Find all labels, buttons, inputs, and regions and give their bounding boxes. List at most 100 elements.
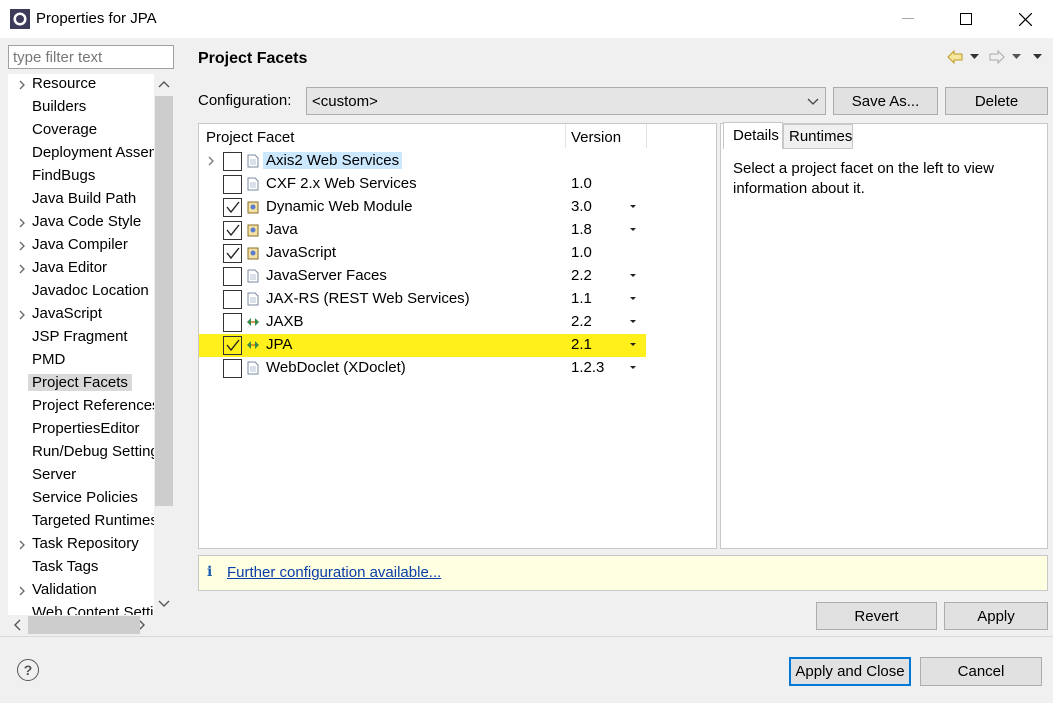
footer-divider: [0, 636, 1053, 637]
facet-checkbox[interactable]: [223, 221, 242, 240]
facet-row[interactable]: JAX-RS (REST Web Services) 1.1: [199, 288, 716, 311]
sidebar-item[interactable]: JSP Fragment: [8, 327, 154, 350]
version-dropdown-icon[interactable]: [629, 273, 637, 279]
sidebar-item[interactable]: Task Tags: [8, 557, 154, 580]
version-dropdown-icon[interactable]: [629, 342, 637, 348]
sidebar-item[interactable]: Project References: [8, 396, 154, 419]
facet-checkbox[interactable]: [223, 267, 242, 286]
sidebar-item[interactable]: Java Editor: [8, 258, 154, 281]
scroll-up-icon[interactable]: [158, 80, 170, 88]
sidebar-item[interactable]: Task Repository: [8, 534, 154, 557]
scroll-down-icon[interactable]: [158, 600, 170, 608]
sidebar-item[interactable]: Deployment Assembly: [8, 143, 154, 166]
view-menu-icon[interactable]: [1033, 54, 1042, 60]
sidebar-item[interactable]: Coverage: [8, 120, 154, 143]
facet-row[interactable]: JavaServer Faces 2.2: [199, 265, 716, 288]
version-dropdown-icon[interactable]: [629, 227, 637, 233]
version-dropdown-icon[interactable]: [629, 204, 637, 210]
version-dropdown-icon[interactable]: [629, 296, 637, 302]
expand-chevron-icon[interactable]: [16, 239, 28, 253]
back-menu-chevron-icon[interactable]: [970, 54, 979, 60]
facet-version[interactable]: 2.1: [571, 336, 592, 353]
facet-version[interactable]: 2.2: [571, 267, 592, 284]
sidebar-item[interactable]: Resource: [8, 74, 154, 97]
maximize-button[interactable]: [943, 0, 989, 38]
forward-arrow-icon[interactable]: [989, 50, 1005, 64]
sidebar-item[interactable]: Targeted Runtimes: [8, 511, 154, 534]
facet-table[interactable]: Project Facet Version Axis2 Web Services…: [198, 123, 717, 549]
sidebar-item[interactable]: Java Compiler: [8, 235, 154, 258]
tab-runtimes[interactable]: Runtimes: [783, 124, 853, 149]
forward-menu-chevron-icon[interactable]: [1012, 54, 1021, 60]
configuration-select[interactable]: <custom>: [306, 87, 826, 115]
sidebar-item[interactable]: Javadoc Location: [8, 281, 154, 304]
sidebar-item[interactable]: Server: [8, 465, 154, 488]
facet-checkbox[interactable]: [223, 198, 242, 217]
expand-chevron-icon[interactable]: [16, 216, 28, 230]
facet-checkbox[interactable]: [223, 152, 242, 171]
filter-input[interactable]: [8, 45, 174, 69]
facet-checkbox[interactable]: [223, 175, 242, 194]
sidebar-item[interactable]: FindBugs: [8, 166, 154, 189]
version-dropdown-icon[interactable]: [629, 365, 637, 371]
expand-chevron-icon[interactable]: [16, 78, 28, 92]
facet-row[interactable]: Axis2 Web Services: [199, 150, 716, 173]
sidebar-item[interactable]: Java Code Style: [8, 212, 154, 235]
facet-version[interactable]: 1.2.3: [571, 359, 604, 376]
apply-button[interactable]: Apply: [944, 602, 1048, 630]
facet-row[interactable]: JPA 2.1: [199, 334, 646, 357]
sidebar-item[interactable]: Project Facets: [8, 373, 154, 396]
preference-tree[interactable]: Resource Builders Coverage Deployment Assem…: [8, 74, 154, 615]
facet-name: Dynamic Web Module: [266, 198, 413, 215]
facet-version[interactable]: 3.0: [571, 198, 592, 215]
facet-version[interactable]: 2.2: [571, 313, 592, 330]
apply-and-close-button[interactable]: Apply and Close: [789, 657, 911, 686]
facet-row[interactable]: Java 1.8: [199, 219, 716, 242]
facet-row[interactable]: JavaScript 1.0: [199, 242, 716, 265]
sidebar-item[interactable]: Validation: [8, 580, 154, 603]
help-icon[interactable]: ?: [17, 659, 39, 681]
sidebar-item[interactable]: JavaScript: [8, 304, 154, 327]
column-divider[interactable]: [646, 124, 647, 148]
save-as-button[interactable]: Save As...: [833, 87, 938, 115]
facet-checkbox[interactable]: [223, 290, 242, 309]
sidebar-item[interactable]: PMD: [8, 350, 154, 373]
sidebar-item-label: JavaScript: [32, 305, 103, 322]
sidebar-item[interactable]: Builders: [8, 97, 154, 120]
facet-row[interactable]: CXF 2.x Web Services 1.0: [199, 173, 716, 196]
version-dropdown-icon[interactable]: [629, 319, 637, 325]
scroll-left-icon[interactable]: [13, 619, 21, 631]
expand-chevron-icon[interactable]: [16, 308, 28, 322]
horizontal-scroll-thumb[interactable]: [28, 616, 140, 634]
minimize-button[interactable]: [885, 0, 931, 38]
facet-version[interactable]: 1.8: [571, 221, 592, 238]
facet-checkbox[interactable]: [223, 359, 242, 378]
sidebar-item[interactable]: PropertiesEditor: [8, 419, 154, 442]
revert-button[interactable]: Revert: [816, 602, 937, 630]
sidebar-item[interactable]: Run/Debug Settings: [8, 442, 154, 465]
cancel-button[interactable]: Cancel: [920, 657, 1042, 686]
facet-checkbox[interactable]: [223, 244, 242, 263]
facet-version[interactable]: 1.1: [571, 290, 592, 307]
back-arrow-icon[interactable]: [947, 50, 963, 64]
facet-checkbox[interactable]: [223, 336, 242, 355]
sidebar-item[interactable]: Java Build Path: [8, 189, 154, 212]
sidebar-item[interactable]: Service Policies: [8, 488, 154, 511]
column-divider[interactable]: [565, 124, 566, 148]
tab-details[interactable]: Details: [723, 122, 783, 149]
sidebar-item[interactable]: Web Content Settings: [8, 603, 154, 615]
expand-chevron-icon[interactable]: [16, 538, 28, 552]
facet-checkbox[interactable]: [223, 313, 242, 332]
expand-chevron-icon[interactable]: [16, 262, 28, 276]
expand-chevron-icon[interactable]: [16, 584, 28, 598]
delete-button[interactable]: Delete: [945, 87, 1048, 115]
facet-row[interactable]: WebDoclet (XDoclet) 1.2.3: [199, 357, 716, 380]
expand-chevron-icon[interactable]: [206, 155, 216, 167]
facet-row[interactable]: Dynamic Web Module 3.0: [199, 196, 716, 219]
vertical-scroll-thumb[interactable]: [155, 96, 173, 506]
column-header-facet[interactable]: Project Facet: [206, 129, 294, 146]
column-header-version[interactable]: Version: [571, 129, 621, 146]
facet-row[interactable]: JAXB 2.2: [199, 311, 716, 334]
further-configuration-link[interactable]: Further configuration available...: [227, 564, 441, 581]
close-button[interactable]: [1002, 0, 1048, 38]
